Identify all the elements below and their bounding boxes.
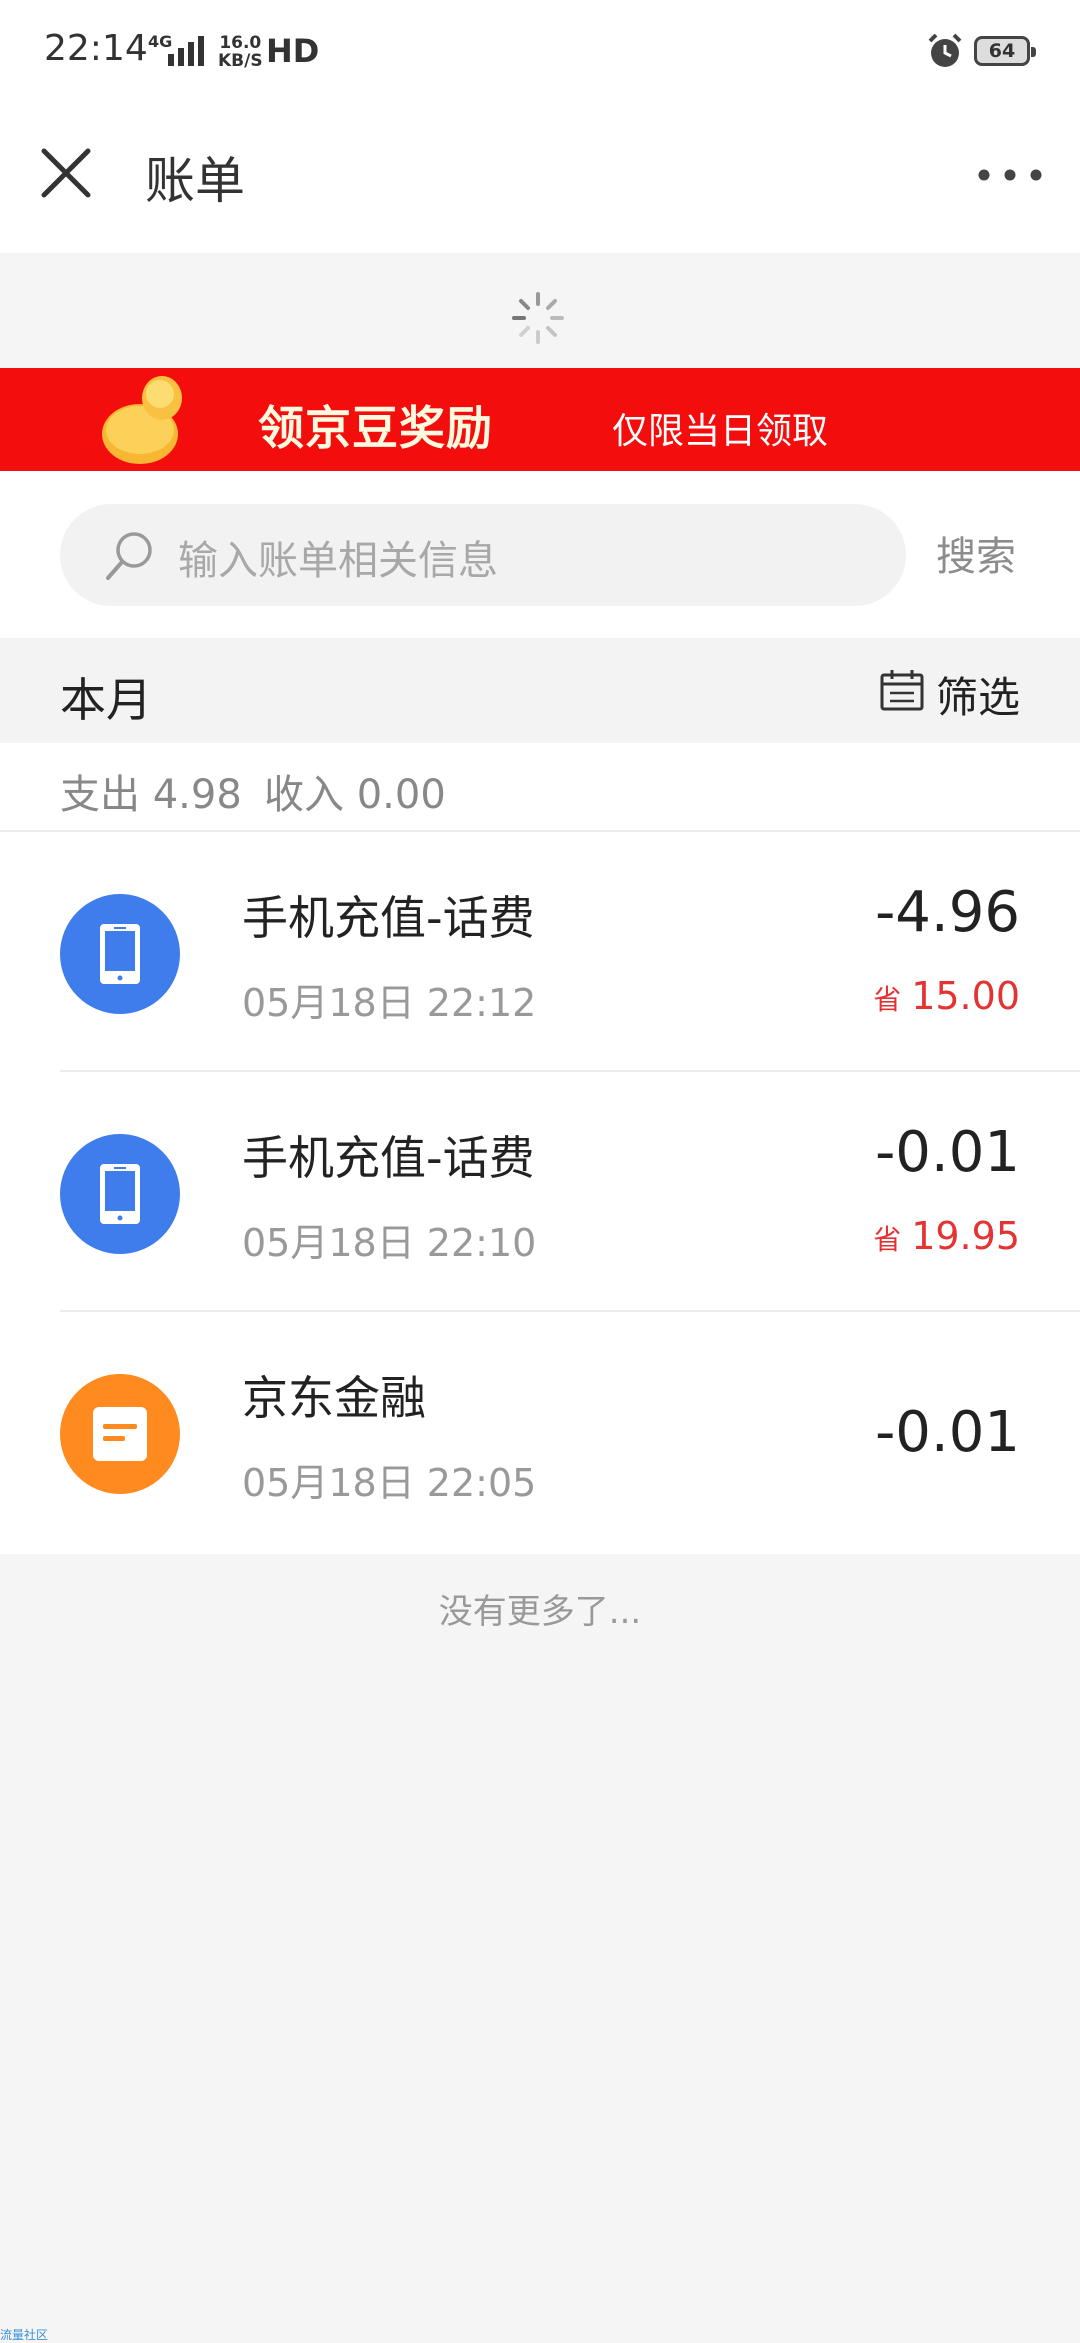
transaction-amount: -4.96	[875, 880, 1020, 945]
transaction-row[interactable]: 手机充值-话费 05月18日 22:10 -0.01 省 19.95	[0, 1072, 1080, 1312]
transaction-amount: -0.01	[875, 1120, 1020, 1185]
transaction-saving: 省 15.00	[873, 974, 1020, 1018]
loading-spinner-icon	[512, 292, 564, 344]
transaction-date: 05月18日 22:05	[242, 1461, 537, 1505]
signal-icon	[168, 36, 204, 66]
transaction-date: 05月18日 22:12	[242, 981, 537, 1025]
saving-value: 15.00	[911, 974, 1020, 1018]
transaction-list: 手机充值-话费 05月18日 22:12 -4.96 省 15.00 手机充值-话…	[0, 832, 1080, 1554]
saving-label: 省	[873, 983, 902, 1016]
watermark: 流量社区	[0, 2328, 49, 2342]
page-title: 账单	[145, 152, 245, 210]
transaction-amount: -0.01	[875, 1400, 1020, 1465]
jd-bean-icon	[102, 376, 182, 464]
battery-indicator: 64	[974, 36, 1036, 66]
network-speed: 16.0 KB/S	[218, 34, 263, 70]
banner-subtitle: 仅限当日领取	[612, 411, 829, 452]
speed-unit: KB/S	[218, 51, 263, 71]
alarm-icon	[928, 33, 962, 67]
search-icon	[106, 532, 152, 580]
more-dots-icon[interactable]	[970, 155, 1050, 195]
app-header: 账单	[0, 105, 1080, 253]
phone-icon	[60, 1134, 180, 1254]
month-label: 本月	[60, 673, 152, 727]
status-bar: 22:14 4G 16.0 KB/S HD 64	[0, 0, 1080, 105]
close-icon[interactable]	[30, 137, 102, 209]
transaction-title: 手机充值-话费	[242, 1131, 535, 1185]
saving-value: 19.95	[911, 1214, 1020, 1258]
transaction-title: 京东金融	[242, 1371, 426, 1425]
income-total: 收入 0.00	[264, 772, 446, 818]
document-icon	[60, 1374, 180, 1494]
transaction-row[interactable]: 京东金融 05月18日 22:05 -0.01	[0, 1312, 1080, 1552]
status-time: 22:14	[44, 28, 148, 69]
expense-total: 支出 4.98	[60, 772, 242, 818]
phone-icon	[60, 894, 180, 1014]
transaction-saving: 省 19.95	[873, 1214, 1020, 1258]
transaction-row[interactable]: 手机充值-话费 05月18日 22:12 -4.96 省 15.00	[0, 832, 1080, 1072]
hd-indicator: HD	[266, 32, 320, 70]
search-button[interactable]: 搜索	[936, 524, 1016, 582]
saving-label: 省	[873, 1223, 902, 1256]
speed-value: 16.0	[219, 33, 262, 53]
search-placeholder[interactable]: 输入账单相关信息	[178, 528, 498, 586]
calendar-filter-icon[interactable]	[880, 668, 924, 712]
transaction-title: 手机充值-话费	[242, 891, 535, 945]
no-more-text: 没有更多了...	[438, 1592, 642, 1632]
filter-button[interactable]: 筛选	[936, 664, 1020, 725]
transaction-date: 05月18日 22:10	[242, 1221, 537, 1265]
banner-title: 领京豆奖励	[258, 401, 493, 455]
